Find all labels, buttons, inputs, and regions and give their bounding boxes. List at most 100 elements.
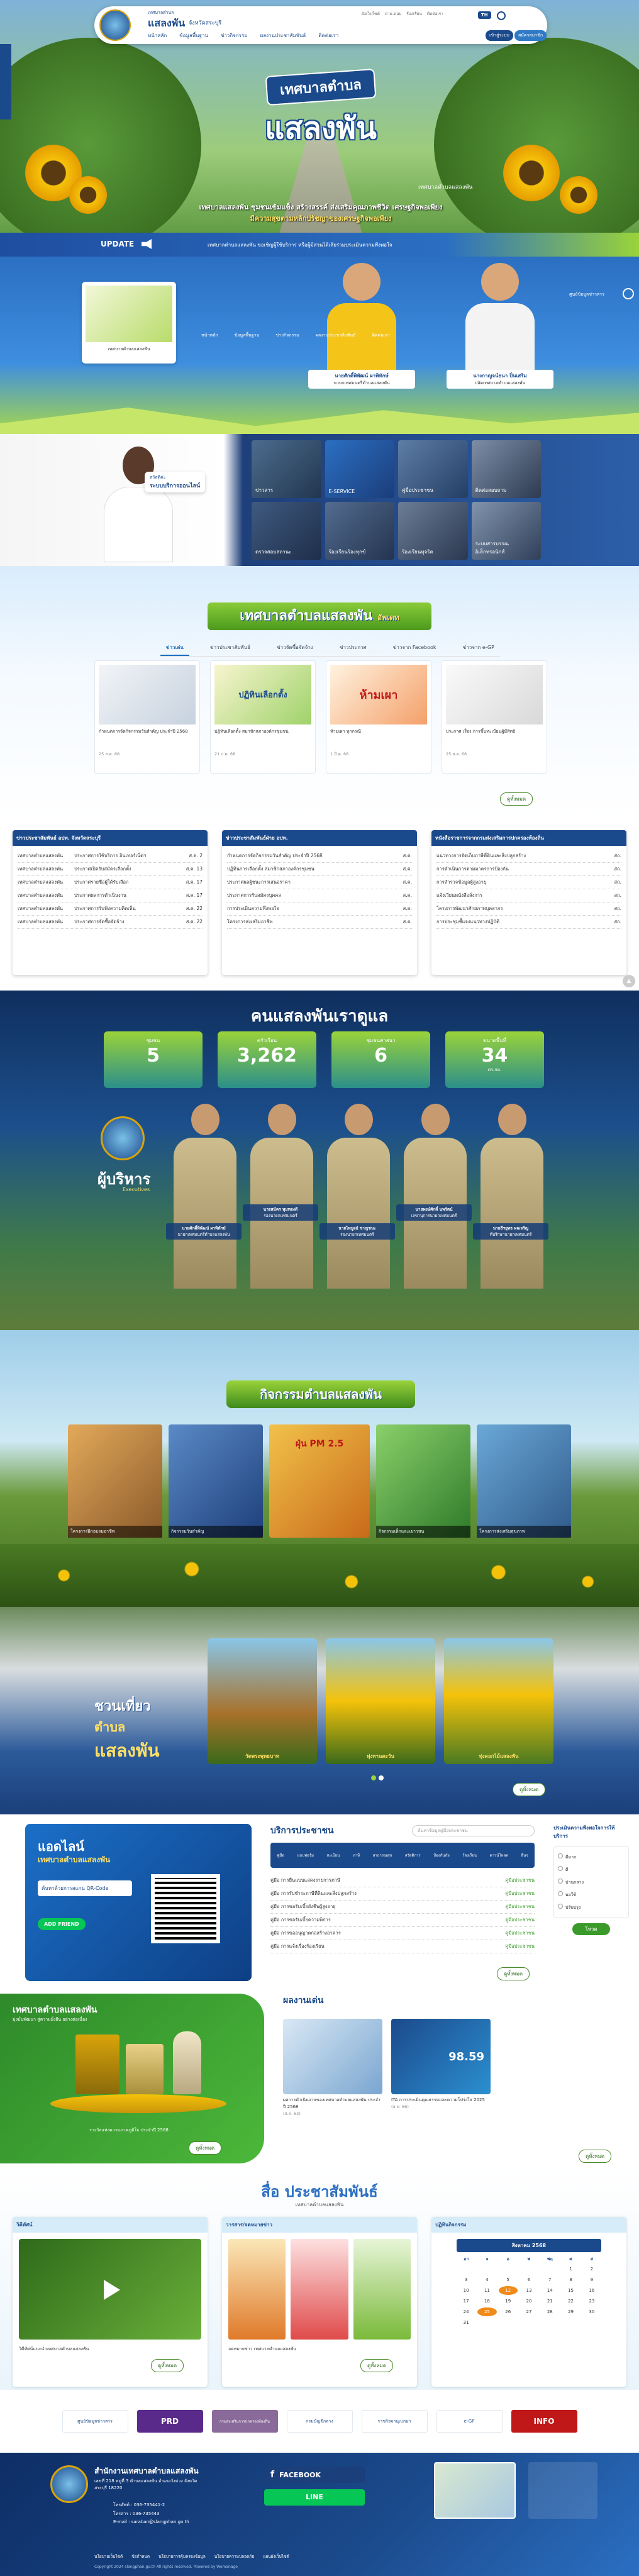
list-row[interactable]: เทศบาลตำบลแสลงพัน ประกาศการจัดซื้อจัดจ้าง…	[18, 916, 203, 929]
journal-cover[interactable]	[228, 2239, 286, 2340]
subnav-item[interactable]: ผลงานประชาสัมพันธ์	[316, 332, 356, 339]
login-button[interactable]: เข้าสู่ระบบ	[486, 30, 513, 41]
footer-link[interactable]: นโยบายเว็บไซต์	[94, 2553, 123, 2560]
exec-person[interactable]: นายธีรยุทธ ผลเจริญ ที่ปรึกษานายกเทศมนตรี	[473, 1097, 548, 1305]
nav-news[interactable]: ข่าวกิจกรรม	[221, 31, 248, 40]
tile-complaint[interactable]: ร้องเรียนร้องทุกข์	[325, 502, 394, 560]
service-icon[interactable]: ป้องกันภัย	[433, 1852, 450, 1858]
play-icon[interactable]	[104, 2280, 120, 2300]
calendar-day[interactable]: 16	[582, 2286, 601, 2295]
calendar-day[interactable]: 8	[561, 2275, 580, 2284]
tab-announce[interactable]: ข่าวประกาศ	[334, 640, 372, 656]
partner-logo[interactable]: ราชกิจจานุเบกษา	[361, 2410, 428, 2433]
poll-vote-button[interactable]: โหวต	[572, 1923, 610, 1935]
list-row[interactable]: การสำรวจข้อมูลผู้สูงอายุ สถ.	[436, 876, 621, 889]
tab-egp[interactable]: ข่าวจาก e-GP	[457, 640, 500, 656]
calendar-day[interactable]: 15	[561, 2286, 580, 2295]
tile-news[interactable]: ข่าวสาร	[252, 440, 321, 498]
service-icon[interactable]: สวัสดิการ	[405, 1852, 421, 1858]
tab-procurement[interactable]: ข่าวจัดซื้อจัดจ้าง	[271, 640, 319, 656]
media-more[interactable]: ดูทั้งหมด	[151, 2359, 184, 2372]
service-icon[interactable]: คู่มือ	[277, 1852, 284, 1858]
activity-card[interactable]: กิจกรรมวันสำคัญ	[169, 1424, 263, 1538]
announcement-card[interactable]: เทศบาลตำบลแสลงพัน	[82, 282, 176, 364]
calendar-day[interactable]: 10	[457, 2286, 475, 2295]
journal-cover[interactable]	[291, 2239, 348, 2340]
list-row[interactable]: การประชุมชี้แจงแนวทางปฏิบัติ สถ.	[436, 916, 621, 929]
exec-person[interactable]: นายไพบูลย์ ชาญชนะ รองนายกเทศมนตรี	[320, 1097, 395, 1305]
tour-more-button[interactable]: ดูทั้งหมด	[513, 1783, 546, 1796]
subnav-item[interactable]: ข่าวกิจกรรม	[275, 332, 299, 339]
tile-saraban[interactable]: ระบบสารบรรณอิเล็กทรอนิกส์	[471, 502, 541, 560]
nav-contact[interactable]: ติดต่อเรา	[318, 31, 338, 40]
calendar-day[interactable]: 24	[457, 2307, 475, 2316]
exec-person[interactable]: นายศักดิ์พิพัฒน์ ผาพิทักษ์ นายกเทศมนตรีต…	[166, 1097, 242, 1305]
service-icon[interactable]: ดาวน์โหลด	[490, 1852, 509, 1858]
calendar-day[interactable]: 30	[582, 2307, 601, 2316]
activity-card[interactable]: โครงการฝึกอบรมอาชีพ	[68, 1424, 162, 1538]
tour-card[interactable]: วัดพระพุทธบาท	[208, 1638, 317, 1764]
list-row[interactable]: แนวทางการจัดเก็บภาษีที่ดินและสิ่งปลูกสร้…	[436, 850, 621, 863]
service-row[interactable]: คู่มือ การยื่นแบบแสดงรายการภาษี คู่มือประ…	[270, 1874, 535, 1887]
calendar-day[interactable]: 27	[520, 2307, 538, 2316]
tour-card[interactable]: ทุ่งดอกไม้แสลงพัน	[444, 1638, 553, 1764]
logo[interactable]	[99, 9, 131, 41]
calendar-day[interactable]: 2	[582, 2265, 601, 2273]
tile-corruption[interactable]: ร้องเรียนทุจริต	[398, 502, 468, 560]
calendar-day[interactable]: 5	[499, 2275, 518, 2284]
qr-code[interactable]	[151, 1874, 220, 1943]
calendar-day[interactable]: 18	[477, 2297, 496, 2306]
calendar-day[interactable]: 1	[561, 2265, 580, 2273]
tile-eservice[interactable]: E-SERVICE	[325, 440, 394, 498]
tile-status[interactable]: ตรวจสอบสถานะ	[252, 502, 321, 560]
partner-logo[interactable]: กรมบัญชีกลาง	[286, 2410, 353, 2433]
search-icon[interactable]	[497, 11, 506, 20]
list-row[interactable]: โครงการส่งเสริมอาชีพ ส.ค.	[227, 916, 412, 929]
service-icon[interactable]: แบบฟอร์ม	[297, 1852, 314, 1858]
poll-option[interactable]: ปรับปรุง	[558, 1901, 625, 1914]
map-box[interactable]	[434, 2462, 516, 2519]
info-center-label[interactable]: ศูนย์ข้อมูลข่าวสาร	[569, 291, 604, 298]
tab-pr[interactable]: ข่าวประชาสัมพันธ์	[204, 640, 256, 656]
footer-link[interactable]: นโยบายการคุ้มครองข้อมูล	[158, 2553, 206, 2560]
service-row[interactable]: คู่มือ การขออนุญาตก่อสร้างอาคาร คู่มือประ…	[270, 1927, 535, 1940]
service-row[interactable]: คู่มือ การรับชำระภาษีที่ดินและสิ่งปลูกสร…	[270, 1887, 535, 1901]
news-card[interactable]: ปฏิทินเลือกตั้ง ปฏิทินเลือกตั้ง สมาชิกสภ…	[210, 660, 316, 774]
poll-option[interactable]: พอใช้	[558, 1889, 625, 1901]
partner-logo[interactable]: INFO	[511, 2410, 577, 2433]
exec-person[interactable]: นายพงษ์ศักดิ์ นพรัตน์ เลขานุการนายกเทศมน…	[396, 1097, 472, 1305]
facebook-button[interactable]: f FACEBOOK	[264, 2467, 365, 2483]
calendar-day[interactable]: 26	[499, 2307, 518, 2316]
poll-option[interactable]: ปานกลาง	[558, 1876, 625, 1889]
tab-featured[interactable]: ข่าวเด่น	[160, 640, 189, 656]
register-button[interactable]: สมัครสมาชิก	[514, 30, 547, 41]
partner-logo[interactable]: กรมส่งเสริมการปกครองท้องถิ่น	[211, 2410, 278, 2433]
works-more-button[interactable]: ดูทั้งหมด	[579, 2150, 612, 2163]
calendar-day[interactable]: 4	[477, 2275, 496, 2284]
media-more[interactable]: ดูทั้งหมด	[360, 2359, 394, 2372]
service-icon[interactable]: ร้องเรียน	[462, 1852, 477, 1858]
partner-logo[interactable]: ศูนย์ข้อมูลข่าวสาร	[62, 2410, 128, 2433]
calendar-day[interactable]: 21	[540, 2297, 559, 2306]
scroll-top-button[interactable]: ▲	[623, 975, 635, 987]
service-icon[interactable]: ทะเบียน	[327, 1852, 340, 1858]
calendar-day[interactable]: 31	[457, 2318, 475, 2327]
dot[interactable]	[379, 1775, 384, 1780]
footer-link[interactable]: แผนผังเว็บไซต์	[263, 2553, 289, 2560]
news-more-button[interactable]: ดูทั้งหมด	[500, 792, 533, 806]
footer-link[interactable]: ข้อกำหนด	[131, 2553, 150, 2560]
calendar-day[interactable]: 12	[498, 2286, 518, 2295]
list-row[interactable]: ปฏิทินการเลือกตั้ง สมาชิกสภาองค์กรชุมชน ส…	[227, 863, 412, 876]
list-row[interactable]: การประเมินความพึงพอใจ ส.ค.	[227, 902, 412, 916]
list-row[interactable]: ประกาศการรับสมัครบุคคล ส.ค.	[227, 889, 412, 902]
tile-contact[interactable]: ติดต่อสอบถาม	[471, 440, 541, 498]
calendar-day[interactable]: 3	[457, 2275, 475, 2284]
awards-more-button[interactable]: ดูทั้งหมด	[189, 2141, 222, 2155]
list-row[interactable]: แจ้งเวียนหนังสือสั่งการ สถ.	[436, 889, 621, 902]
line-button[interactable]: LINE	[264, 2489, 365, 2506]
list-row[interactable]: เทศบาลตำบลแสลงพัน ประกาศรายชื่อผู้ได้รับเ…	[18, 876, 203, 889]
calendar-day[interactable]: 6	[520, 2275, 538, 2284]
service-icon[interactable]: อื่นๆ	[521, 1852, 528, 1858]
nav-about[interactable]: ข้อมูลพื้นฐาน	[179, 31, 208, 40]
nav-home[interactable]: หน้าหลัก	[148, 31, 167, 40]
